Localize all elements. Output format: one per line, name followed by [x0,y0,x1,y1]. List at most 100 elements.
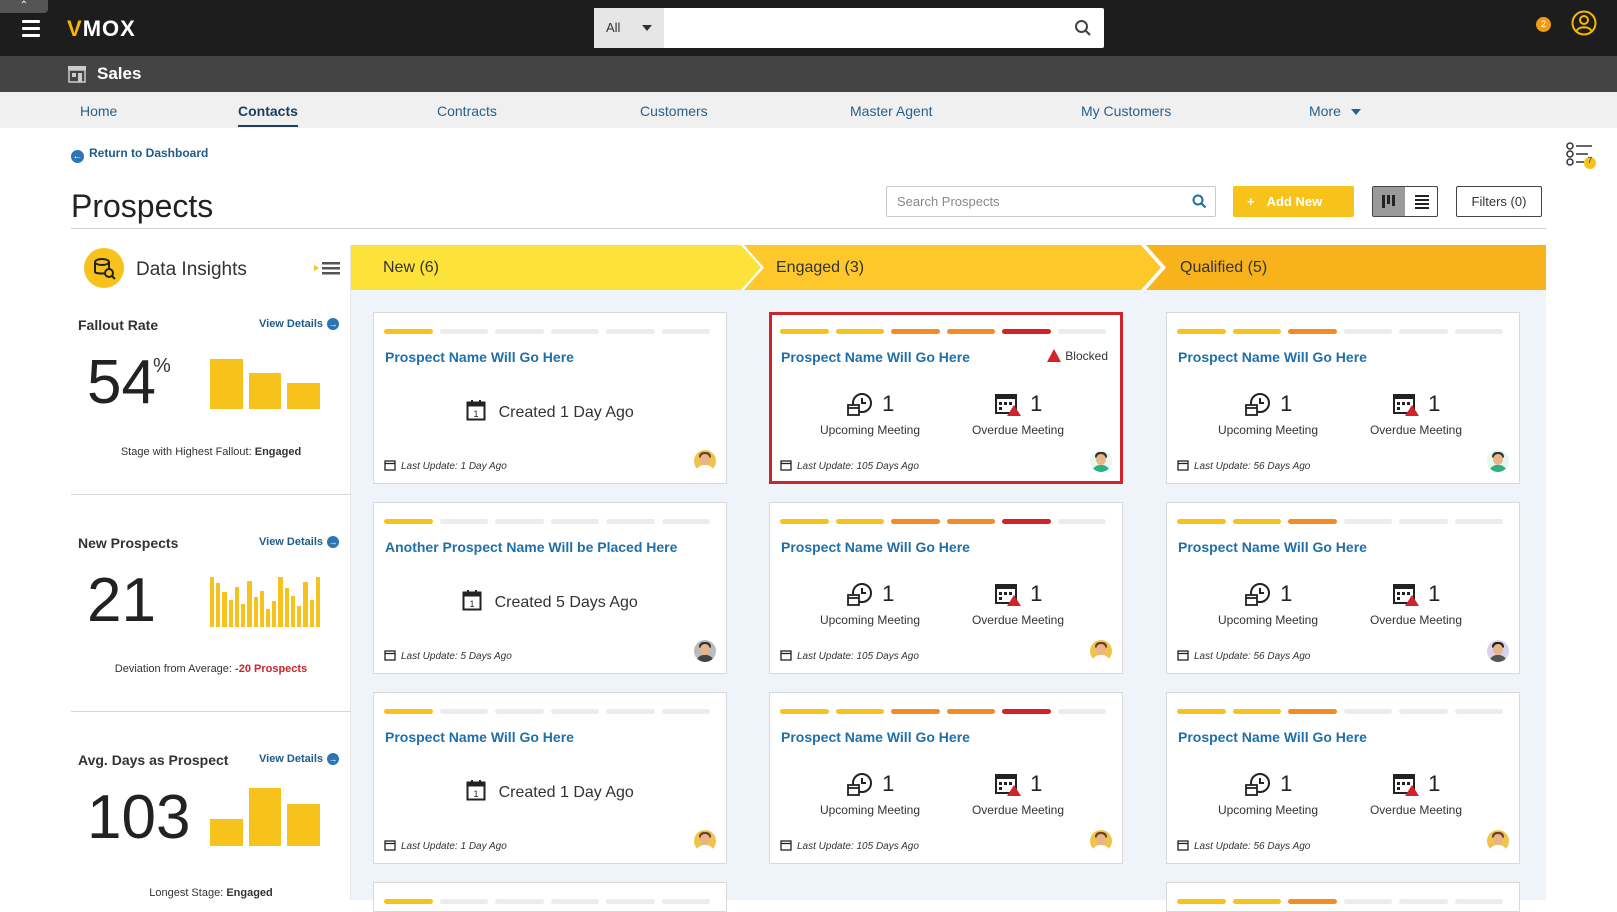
sparkbar-bar [278,577,283,627]
view-details-link[interactable]: View Details → [259,536,339,548]
stage-segment [384,709,433,714]
prospect-name-link[interactable]: Prospect Name Will Go Here [385,729,574,745]
last-update-label: Last Update: 1 Day Ago [401,841,507,852]
prospect-name-link[interactable]: Prospect Name Will Go Here [781,729,970,745]
top-bar: ⌃ VMOX All 2 [0,0,1617,56]
divider [71,228,1546,229]
divider [71,494,351,495]
main-nav: Home Contacts Contracts Customers Master… [0,92,1617,128]
collapse-panel-icon[interactable] [313,259,343,282]
prospect-name-link[interactable]: Another Prospect Name Will be Placed Her… [385,539,677,555]
prospect-name-link[interactable]: Prospect Name Will Go Here [1178,729,1367,745]
overdue-count: 1 [1428,581,1441,606]
task-list-icon[interactable]: 7 [1566,142,1596,175]
upcoming-count: 1 [1280,771,1293,796]
prospect-card[interactable] [1166,882,1520,912]
search-category-select[interactable]: All [594,8,664,48]
prospect-name-link[interactable]: Prospect Name Will Go Here [385,349,574,365]
stage-segment [1343,329,1392,334]
menu-icon[interactable] [22,20,40,37]
stage-segment [661,329,710,334]
column-header-new[interactable]: New (6) [351,245,761,290]
search-icon[interactable] [1074,19,1092,42]
list-view-button[interactable] [1406,187,1438,216]
calendar-icon [384,840,396,851]
prospect-card[interactable]: Prospect Name Will Go Here 1 Upcoming Me… [769,502,1123,674]
owner-avatar[interactable] [1090,450,1112,472]
view-details-link[interactable]: View Details → [259,318,339,330]
search-icon[interactable] [1192,194,1207,212]
stage-segment [1343,709,1392,714]
stage-progress [780,329,1116,334]
prospect-card[interactable]: Prospect Name Will Go Here 1 Upcoming Me… [1166,502,1520,674]
upcoming-label: Upcoming Meeting [1217,803,1319,817]
nav-contracts[interactable]: Contracts [437,103,497,119]
user-avatar-icon[interactable] [1571,10,1597,41]
nav-contacts[interactable]: Contacts [238,103,298,127]
stage-segment [835,519,884,524]
prospect-name-link[interactable]: Prospect Name Will Go Here [781,349,970,365]
stage-segment [1454,709,1503,714]
notification-badge[interactable]: 2 [1536,17,1551,32]
sparkbar-bar [247,581,252,627]
stage-segment [1232,519,1281,524]
nav-home[interactable]: Home [80,103,117,119]
view-details-label: View Details [259,318,323,330]
column-header-qualified[interactable]: Qualified (5) [1146,245,1546,290]
prospect-card[interactable]: Prospect Name Will Go Here 1 Upcoming Me… [1166,312,1520,484]
arrow-right-icon: → [327,536,339,548]
prospect-name-link[interactable]: Prospect Name Will Go Here [1178,539,1367,555]
prospect-card[interactable]: Prospect Name Will Go Here 1 Created 1 D… [373,692,727,864]
nav-more[interactable]: More [1309,103,1361,119]
filters-button[interactable]: Filters (0) [1456,186,1542,217]
sparkbar-bar [272,601,277,627]
upcoming-meeting: 1 Upcoming Meeting [1193,391,1343,437]
upcoming-meeting-icon [846,393,872,416]
overdue-label: Overdue Meeting [1369,803,1463,817]
nav-my-customers[interactable]: My Customers [1081,103,1171,119]
owner-avatar[interactable] [1090,830,1112,852]
upcoming-count: 1 [1280,391,1293,416]
owner-avatar[interactable] [694,450,716,472]
nav-master-agent[interactable]: Master Agent [850,103,933,119]
search-prospects-input[interactable]: Search Prospects [886,186,1216,217]
owner-avatar[interactable] [694,830,716,852]
overdue-meeting-icon [1392,584,1419,606]
nav-customers[interactable]: Customers [640,103,708,119]
prospect-name-link[interactable]: Prospect Name Will Go Here [781,539,970,555]
created-label: Created 1 Day Ago [498,784,634,801]
return-to-dashboard-link[interactable]: ← Return to Dashboard [71,146,208,163]
overdue-meeting: 1 Overdue Meeting [1341,771,1491,817]
owner-avatar[interactable] [1487,640,1509,662]
overdue-meeting: 1 Overdue Meeting [943,771,1093,817]
prospect-card[interactable]: Another Prospect Name Will be Placed Her… [373,502,727,674]
metric-new-prospects: New Prospects View Details → 21 Deviation… [71,535,351,745]
stage-progress [1177,519,1513,524]
sparkbar-bar [287,804,320,846]
owner-avatar[interactable] [694,640,716,662]
prospect-card[interactable]: Prospect Name Will Go Here 1 Upcoming Me… [769,692,1123,864]
stage-segment [891,519,940,524]
prospect-card[interactable]: Prospect Name Will Go Here 1 Upcoming Me… [1166,692,1520,864]
add-new-button[interactable]: + Add New [1233,186,1354,217]
owner-avatar[interactable] [1487,830,1509,852]
owner-avatar[interactable] [1090,640,1112,662]
kanban-view-button[interactable] [1373,187,1405,216]
prospect-card[interactable]: Prospect Name Will Go Here 1 Created 1 D… [373,312,727,484]
prospect-card[interactable] [373,882,727,912]
collapse-header-tab[interactable]: ⌃ [0,0,48,13]
app-logo[interactable]: VMOX [67,16,136,42]
stage-segment [946,329,995,334]
metric-value: 54 [87,348,156,417]
view-details-link[interactable]: View Details → [259,753,339,765]
owner-avatar[interactable] [1487,450,1509,472]
column-header-engaged[interactable]: Engaged (3) [744,245,1161,290]
prospect-name-link[interactable]: Prospect Name Will Go Here [1178,349,1367,365]
overdue-meeting-icon [994,394,1021,416]
module-title: Sales [97,64,142,83]
upcoming-meeting: 1 Upcoming Meeting [1193,581,1343,627]
stage-segment [439,519,488,524]
prospect-card-blocked[interactable]: Prospect Name Will Go Here Blocked 1 Upc… [769,312,1123,484]
calendar-icon [1177,650,1189,661]
metric-note-label: Deviation from Average: [114,663,232,675]
